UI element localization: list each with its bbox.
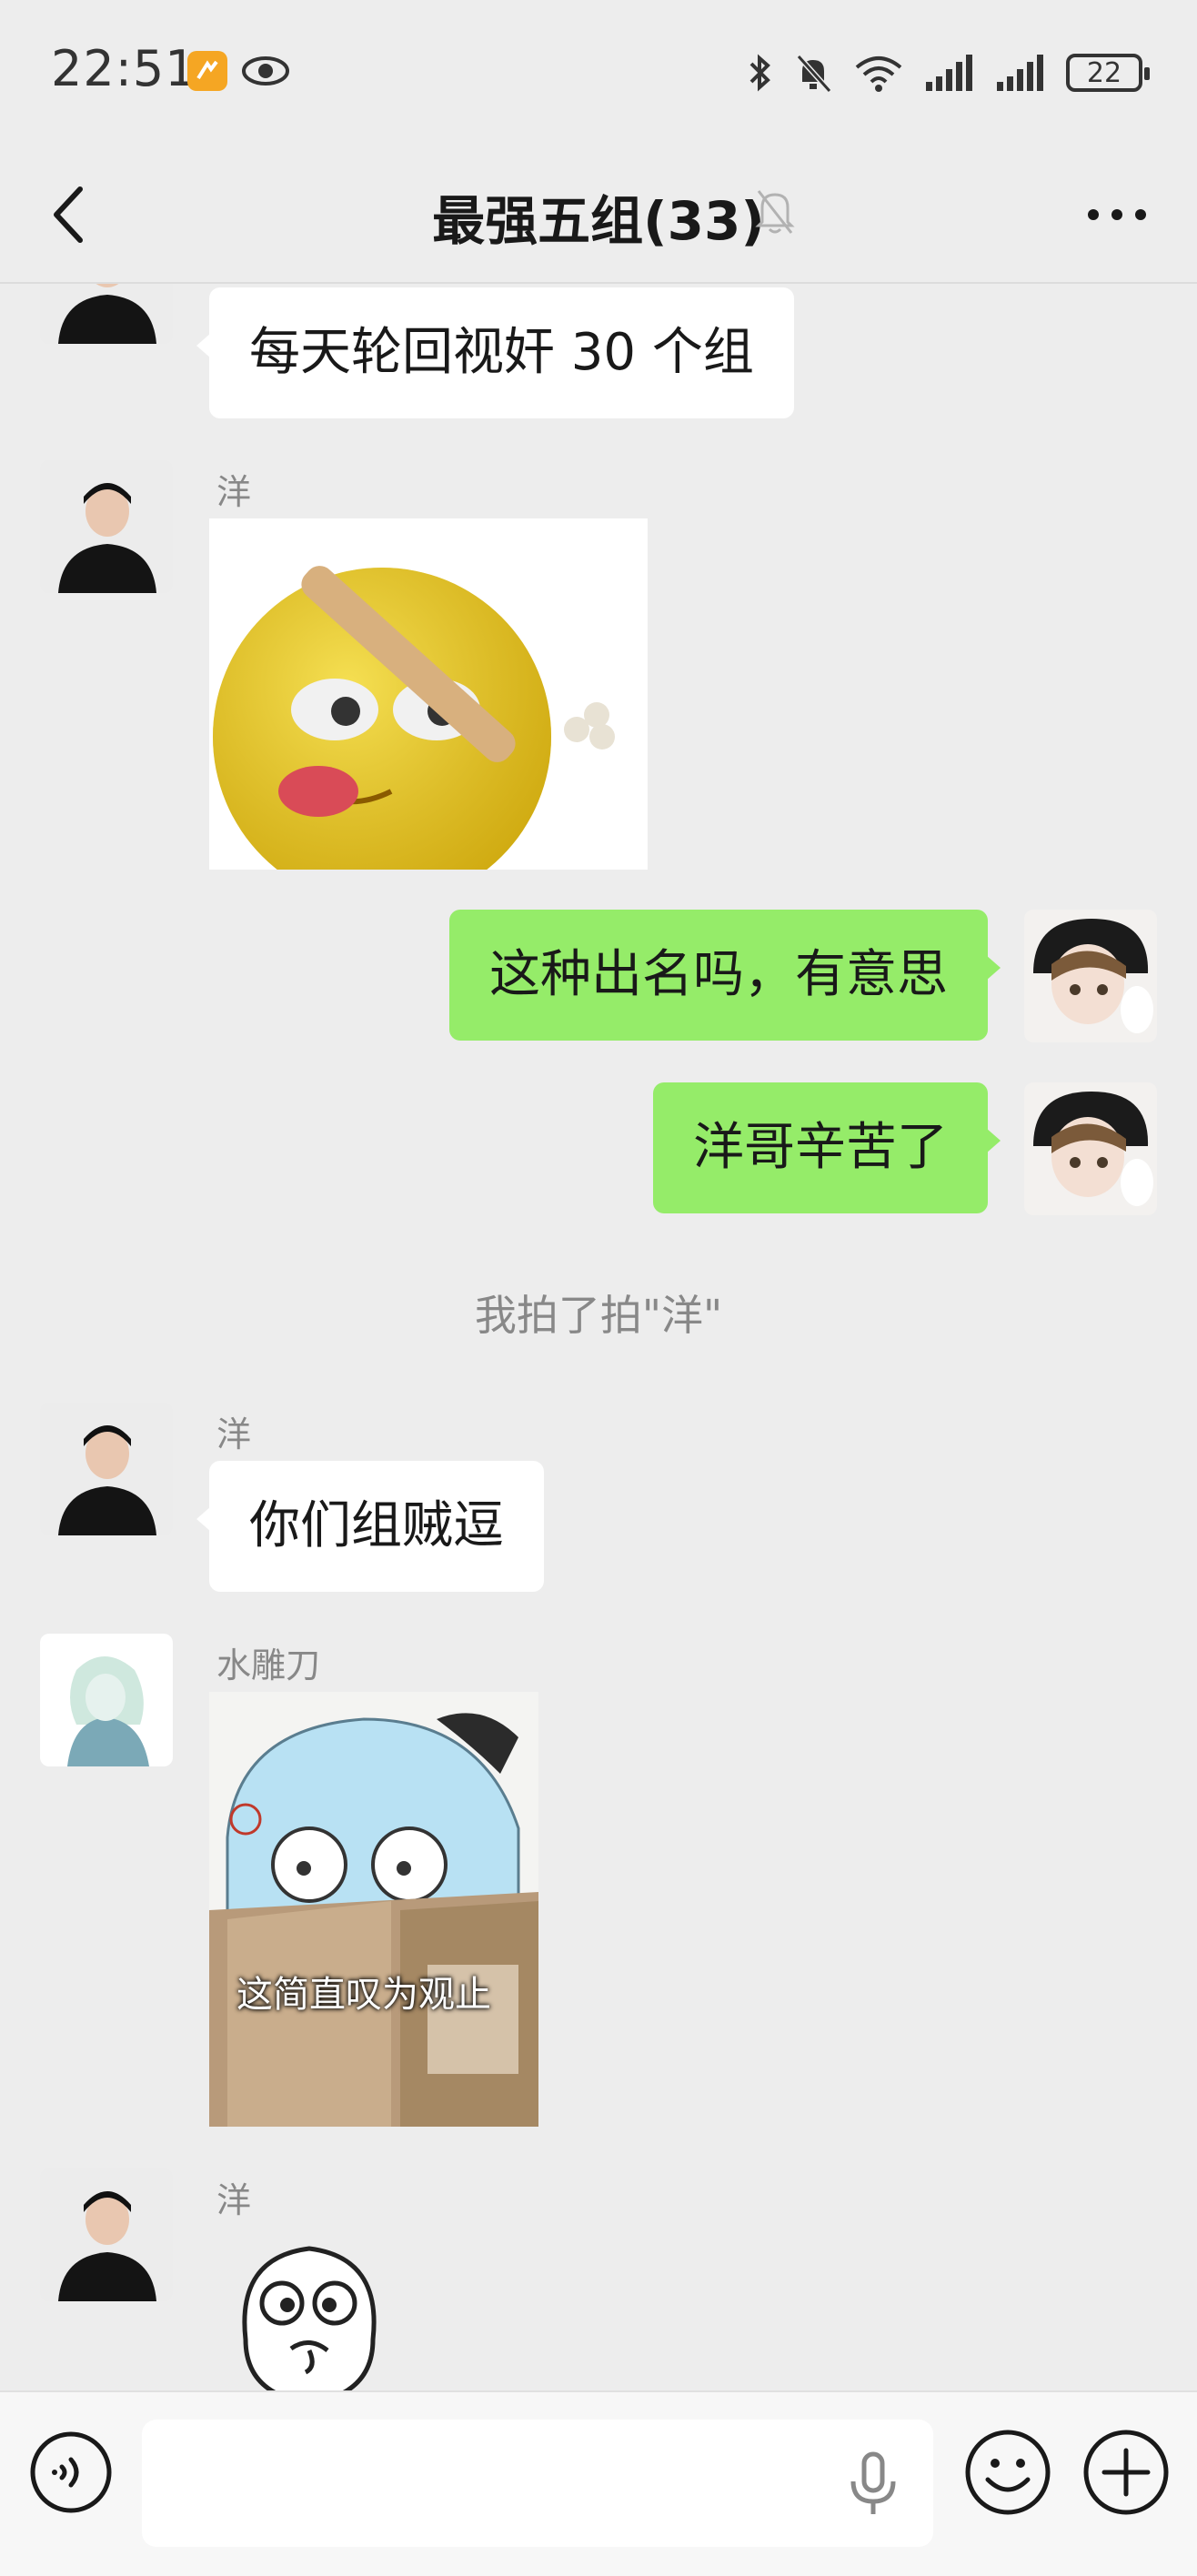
message-bubble[interactable]: 你们组贼逗 xyxy=(196,1461,544,1592)
signal-icon xyxy=(997,55,1043,91)
message-bubble[interactable]: 每天轮回视奸 30 个组 xyxy=(196,287,794,418)
emoji-icon[interactable] xyxy=(962,2427,1053,2518)
eye-icon xyxy=(242,56,289,86)
mic-icon[interactable] xyxy=(846,2449,900,2518)
page-title: 最强五组(33) xyxy=(432,190,765,252)
battery-level: 22 xyxy=(1086,56,1122,89)
message-input[interactable] xyxy=(142,2420,933,2547)
avatar[interactable] xyxy=(40,284,173,344)
sender-name: 洋 xyxy=(216,2180,252,2220)
wifi-icon xyxy=(855,56,902,92)
avatar[interactable] xyxy=(40,2168,173,2301)
mute-icon xyxy=(796,54,832,94)
avatar[interactable] xyxy=(40,1403,173,1535)
sender-name: 水雕刀 xyxy=(216,1645,321,1685)
cartoon-face-sticker[interactable] xyxy=(218,2230,400,2390)
bluetooth-icon xyxy=(749,54,770,92)
status-icons: 22 xyxy=(746,47,1150,98)
message-text: 每天轮回视奸 30 个组 xyxy=(249,323,754,382)
sender-name: 洋 xyxy=(216,472,252,512)
message-text: 这种出名吗，有意思 xyxy=(489,945,948,1004)
yellow-face-bat-sticker[interactable] xyxy=(209,518,648,870)
message-bubble[interactable]: 洋哥辛苦了 xyxy=(653,1082,1001,1213)
voice-icon[interactable] xyxy=(27,2429,115,2516)
status-time: 22:51 xyxy=(51,40,197,97)
avatar[interactable] xyxy=(1024,910,1157,1042)
sticker-caption: 这简直叹为观止 xyxy=(236,1974,491,2016)
message-text: 洋哥辛苦了 xyxy=(693,1118,948,1177)
message-bubble[interactable]: 这种出名吗，有意思 xyxy=(449,910,1001,1041)
mute-icon xyxy=(755,190,795,234)
signal-icon xyxy=(926,55,972,91)
status-bar: 22:51 22 xyxy=(0,0,1197,146)
avatar[interactable] xyxy=(1024,1082,1157,1215)
battery-icon: 22 xyxy=(1066,54,1150,92)
sender-name: 洋 xyxy=(216,1414,252,1454)
input-bar xyxy=(0,2390,1197,2576)
more-icon[interactable] xyxy=(1081,182,1153,247)
avatar[interactable] xyxy=(40,460,173,593)
plus-icon[interactable] xyxy=(1081,2427,1172,2518)
anime-reading-sticker[interactable]: 这简直叹为观止 xyxy=(209,1692,538,2127)
pat-system-message: 我拍了拍"洋" xyxy=(474,1291,723,1340)
app-notification-icon xyxy=(187,51,227,91)
avatar[interactable] xyxy=(40,1634,173,1766)
chat-header: 最强五组(33) xyxy=(0,146,1197,284)
message-text: 你们组贼逗 xyxy=(249,1496,504,1555)
chat-message-list[interactable]: 每天轮回视奸 30 个组 洋 这种出名吗，有意思 洋哥辛苦了 我拍了拍"洋" 洋… xyxy=(0,284,1197,2390)
